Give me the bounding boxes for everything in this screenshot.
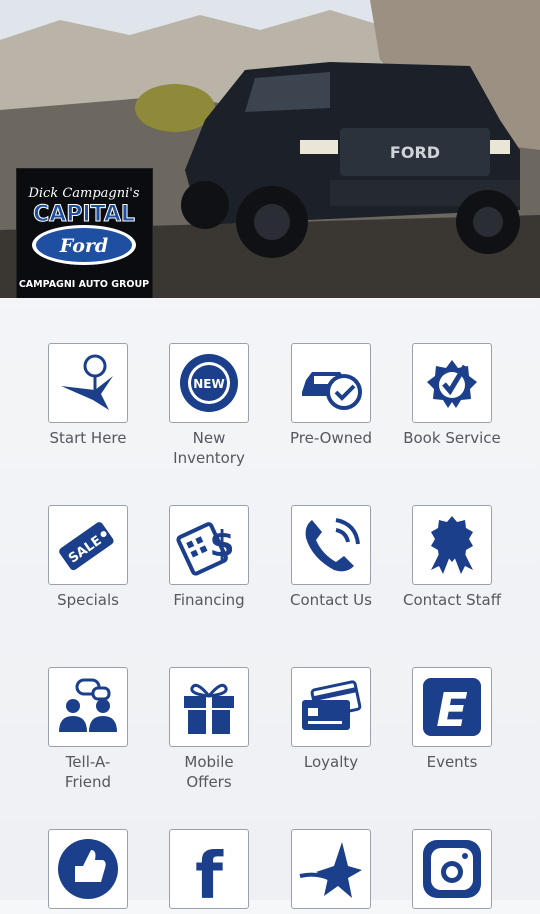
tile-label: Tell-A- Friend [64,753,112,791]
instagram-icon [412,829,492,909]
new-badge-icon: NEW [169,343,249,423]
tile-label: Loyalty [303,753,359,771]
tile-new-inventory[interactable]: NEW New Inventory [148,343,270,468]
tile-book-service[interactable]: Book Service [391,343,513,448]
people-chat-icon [48,667,128,747]
thumbs-up-icon [48,829,128,909]
sale-tag-icon: SALE [48,505,128,585]
phone-icon [291,505,371,585]
facebook-icon: f [169,829,249,909]
tile-instagram[interactable] [391,829,513,914]
credit-cards-icon [291,667,371,747]
logo-name: CAPITAL [33,202,135,227]
calculator-dollar-icon: $ [169,505,249,585]
svg-text:f: f [195,840,224,902]
grille-lettering: FORD [390,143,440,162]
tile-label: Financing [173,591,245,609]
tile-facebook[interactable]: f [148,829,270,914]
pin-star-icon [48,343,128,423]
tile-label: Start Here [49,429,127,447]
tile-label: Mobile Offers [184,753,234,791]
car-check-icon [291,343,371,423]
tile-label: Contact Us [290,591,372,609]
award-ribbon-icon [412,505,492,585]
tile-reviews[interactable] [270,829,392,914]
tile-label: Pre-Owned [289,429,372,447]
tile-label: Book Service [403,429,501,447]
gift-icon [169,667,249,747]
tile-label: Specials [57,591,119,609]
dealer-logo: Dick Campagni's CAPITAL Ford CAMPAGNI AU… [16,168,153,298]
tile-financing[interactable]: $ Financing [148,505,270,610]
logo-group: CAMPAGNI AUTO GROUP [19,279,149,290]
tile-mobile-offers[interactable]: Mobile Offers [148,667,270,792]
star-swoosh-icon [291,829,371,909]
tile-loyalty[interactable]: Loyalty [270,667,392,772]
tile-label: Events [426,753,478,771]
tile-like[interactable] [27,829,149,914]
tile-tell-a-friend[interactable]: Tell-A- Friend [27,667,149,792]
logo-script: Dick Campagni's [27,186,139,201]
tile-events[interactable]: E Events [391,667,513,772]
tile-specials[interactable]: SALE Specials [27,505,149,610]
tile-start-here[interactable]: Start Here [27,343,149,448]
svg-text:E: E [436,683,467,737]
hero-banner: FORD Dick Campagni's CAPITAL Ford CAMPAG… [0,0,540,298]
tile-contact-staff[interactable]: Contact Staff [391,505,513,610]
events-e-icon: E [412,667,492,747]
ford-oval-text: Ford [59,235,108,257]
tile-label: Contact Staff [402,591,502,609]
svg-text:$: $ [209,524,234,565]
seal-check-icon [412,343,492,423]
tile-contact-us[interactable]: Contact Us [270,505,392,610]
tile-pre-owned[interactable]: Pre-Owned [270,343,392,448]
svg-text:NEW: NEW [193,377,224,391]
tile-label: New Inventory [173,429,245,467]
